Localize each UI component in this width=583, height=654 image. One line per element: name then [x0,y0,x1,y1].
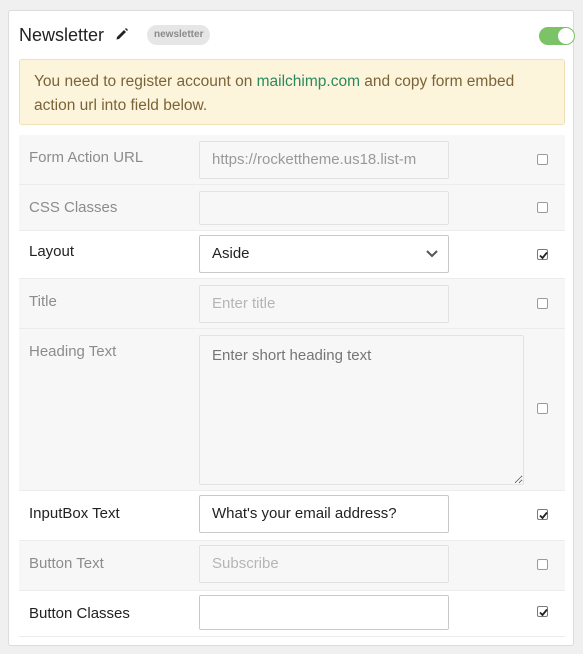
css-classes-label: CSS Classes [29,199,118,216]
css-classes-input[interactable] [199,191,449,225]
row-button-text: Button Text Subscribe [19,541,565,591]
button-classes-label: Button Classes [29,605,130,622]
title-input[interactable]: Enter title [199,285,449,323]
layout-checkbox[interactable] [537,249,548,260]
row-heading-text: Heading Text [19,329,565,491]
button-classes-input[interactable] [199,595,449,630]
inputbox-text-label: InputBox Text [29,505,120,522]
info-alert: You need to register account on mailchim… [19,59,565,125]
form-action-url-checkbox[interactable] [537,154,548,165]
alert-text-before: You need to register account on [34,73,257,90]
button-text-checkbox[interactable] [537,559,548,570]
css-classes-checkbox[interactable] [537,202,548,213]
layout-selected-value: Aside [212,245,250,262]
mailchimp-link[interactable]: mailchimp.com [257,73,360,90]
heading-text-checkbox[interactable] [537,403,548,414]
button-classes-checkbox[interactable] [537,606,548,617]
row-button-classes: Button Classes [19,591,565,637]
row-css-classes: CSS Classes [19,185,565,231]
inputbox-text-input[interactable]: What's your email address? [199,495,449,533]
row-title: Title Enter title [19,279,565,329]
inputbox-text-checkbox[interactable] [537,509,548,520]
row-layout: Layout Aside [19,231,565,279]
panel-title: Newsletter [19,25,105,45]
title-label: Title [29,293,57,310]
form-action-url-input[interactable]: https://rockettheme.us18.list-m [199,141,449,179]
checkmark-icon [539,511,548,520]
row-inputbox-text: InputBox Text What's your email address? [19,491,565,541]
heading-text-label: Heading Text [29,343,117,360]
button-text-label: Button Text [29,555,104,572]
title-checkbox[interactable] [537,298,548,309]
heading-text-textarea[interactable] [199,335,524,485]
checkmark-icon [539,608,548,617]
newsletter-panel: Newsletter newsletter You need to regist… [8,10,575,646]
chevron-down-icon [426,250,438,258]
form-action-url-label: Form Action URL [29,149,144,166]
panel-header: Newsletter newsletter [19,23,575,49]
pencil-edit-icon[interactable] [115,27,129,41]
enable-toggle[interactable] [539,27,575,45]
layout-label: Layout [29,243,75,260]
button-text-input[interactable]: Subscribe [199,545,449,583]
toggle-knob [558,28,574,44]
checkmark-icon [539,251,548,260]
type-badge: newsletter [147,25,211,45]
layout-select[interactable]: Aside [199,235,449,273]
row-form-action-url: Form Action URL https://rockettheme.us18… [19,135,565,185]
